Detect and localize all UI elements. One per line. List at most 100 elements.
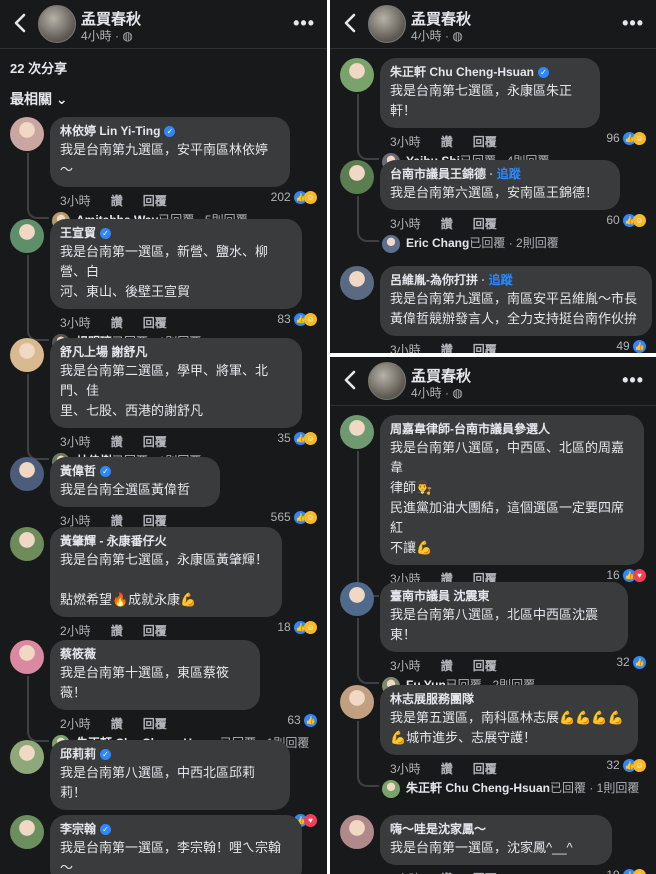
view-replies-link[interactable]: Eric Chang已回覆 · 2則回覆	[382, 234, 559, 253]
commenter-avatar[interactable]	[340, 415, 374, 449]
author-name[interactable]: 孟買春秋	[411, 365, 471, 386]
commenter-name[interactable]: 王宣貿 ✓	[60, 225, 290, 242]
commenter-name-text[interactable]: 黃偉哲	[60, 464, 96, 478]
commenter-avatar[interactable]	[340, 58, 374, 92]
like-button[interactable]: 讚	[111, 514, 123, 528]
author-avatar[interactable]	[38, 5, 76, 43]
reaction-summary[interactable]: 96 👍☺	[606, 131, 646, 146]
reaction-summary[interactable]: 202 👍☺	[271, 190, 317, 205]
commenter-avatar[interactable]	[340, 685, 374, 719]
like-button[interactable]: 讚	[111, 624, 123, 638]
follow-link[interactable]: 追蹤	[497, 167, 521, 181]
reply-button[interactable]: 回覆	[473, 343, 497, 353]
share-count[interactable]: 22 次分享	[10, 58, 67, 77]
more-options-icon[interactable]: •••	[293, 13, 315, 34]
view-replies-link[interactable]: 朱正軒 Chu Cheng-Hsuan已回覆 · 1則回覆	[382, 779, 639, 798]
sort-dropdown[interactable]: 最相關 ⌄	[10, 89, 68, 109]
reaction-summary[interactable]: 32 👍	[616, 655, 646, 670]
commenter-name-text[interactable]: 林志展服務團隊	[390, 692, 474, 706]
commenter-name-text[interactable]: 黃肇輝 - 永康番仔火	[60, 534, 167, 548]
reaction-summary[interactable]: 60 👍☺	[606, 213, 646, 228]
commenter-avatar[interactable]	[340, 815, 374, 849]
commenter-name-text[interactable]: 王宣貿	[60, 226, 96, 240]
like-button[interactable]: 讚	[441, 217, 453, 231]
commenter-avatar[interactable]	[10, 527, 44, 561]
commenter-name-text[interactable]: 林依婷 Lin Yi-Ting	[60, 124, 160, 138]
like-button[interactable]: 讚	[111, 316, 123, 330]
author-name[interactable]: 孟買春秋	[411, 8, 471, 29]
reaction-summary[interactable]: 49 👍	[616, 339, 646, 353]
replier-name[interactable]: 朱正軒 Chu Cheng-Hsuan	[406, 781, 550, 795]
commenter-name[interactable]: 嗨～哇是沈家鳳～	[390, 821, 600, 838]
like-button[interactable]: 讚	[441, 343, 453, 353]
replier-name[interactable]: Eric Chang	[406, 236, 469, 250]
author-avatar[interactable]	[368, 5, 406, 43]
commenter-avatar[interactable]	[10, 457, 44, 491]
commenter-avatar[interactable]	[340, 582, 374, 616]
commenter-name[interactable]: 林志展服務團隊	[390, 691, 626, 708]
commenter-name[interactable]: 蔡筱薇	[60, 646, 248, 663]
commenter-name[interactable]: 台南市議員王錦德 · 追蹤	[390, 166, 608, 183]
reaction-summary[interactable]: 16 👍 ♥	[606, 568, 646, 583]
commenter-avatar[interactable]	[10, 338, 44, 372]
commenter-avatar[interactable]	[10, 815, 44, 849]
commenter-name-text[interactable]: 李宗翰	[60, 822, 96, 836]
reply-button[interactable]: 回覆	[143, 194, 167, 208]
reaction-summary[interactable]: 32 👍☺	[606, 758, 646, 773]
like-button[interactable]: 讚	[441, 659, 453, 673]
commenter-name-text[interactable]: 台南市議員王錦德	[390, 167, 486, 181]
commenter-name-text[interactable]: 蔡筱薇	[60, 647, 96, 661]
like-button[interactable]: 讚	[111, 194, 123, 208]
commenter-avatar[interactable]	[10, 219, 44, 253]
commenter-name[interactable]: 邱莉莉 ✓	[60, 746, 278, 763]
reaction-summary[interactable]: 83 👍☺	[277, 312, 317, 327]
commenter-name-text[interactable]: 周嘉韋律師-台南市議員參選人	[390, 422, 550, 436]
reply-button[interactable]: 回覆	[143, 316, 167, 330]
reply-button[interactable]: 回覆	[143, 435, 167, 449]
like-button[interactable]: 讚	[441, 762, 453, 776]
reply-button[interactable]: 回覆	[473, 762, 497, 776]
commenter-name-text[interactable]: 呂維胤-為你打拼	[390, 273, 478, 287]
reaction-summary[interactable]: 63 👍	[287, 713, 317, 728]
commenter-name[interactable]: 周嘉韋律師-台南市議員參選人	[390, 421, 632, 438]
commenter-avatar[interactable]	[10, 740, 44, 774]
reaction-summary[interactable]: 19 👍☺	[606, 868, 646, 874]
reply-button[interactable]: 回覆	[143, 717, 167, 731]
commenter-avatar[interactable]	[340, 160, 374, 194]
back-arrow-icon[interactable]	[340, 12, 362, 34]
commenter-avatar[interactable]	[340, 266, 374, 300]
reaction-summary[interactable]: 35 👍☺	[277, 431, 317, 446]
commenter-name-text[interactable]: 朱正軒 Chu Cheng-Hsuan	[390, 65, 534, 79]
reaction-summary[interactable]: 565 👍☺	[271, 510, 317, 525]
commenter-name[interactable]: 李宗翰 ✓	[60, 821, 290, 838]
commenter-name-text[interactable]: 邱莉莉	[60, 747, 96, 761]
commenter-name[interactable]: 舒凡上場 謝舒凡	[60, 344, 290, 361]
reply-button[interactable]: 回覆	[473, 659, 497, 673]
author-name[interactable]: 孟買春秋	[81, 8, 141, 29]
commenter-avatar[interactable]	[10, 640, 44, 674]
more-options-icon[interactable]: •••	[622, 370, 644, 391]
reaction-summary[interactable]: 18 👍☺	[277, 620, 317, 635]
commenter-name[interactable]: 呂維胤-為你打拼 · 追蹤	[390, 272, 640, 289]
commenter-name[interactable]: 臺南市議員 沈震東	[390, 588, 616, 605]
more-options-icon[interactable]: •••	[622, 13, 644, 34]
reply-button[interactable]: 回覆	[473, 217, 497, 231]
back-arrow-icon[interactable]	[340, 369, 362, 391]
commenter-name[interactable]: 黃肇輝 - 永康番仔火	[60, 533, 270, 550]
commenter-name-text[interactable]: 舒凡上場 謝舒凡	[60, 345, 147, 359]
back-arrow-icon[interactable]	[10, 12, 32, 34]
like-button[interactable]: 讚	[111, 717, 123, 731]
like-button[interactable]: 讚	[111, 435, 123, 449]
commenter-name[interactable]: 朱正軒 Chu Cheng-Hsuan ✓	[390, 64, 588, 81]
commenter-name-text[interactable]: 臺南市議員 沈震東	[390, 589, 489, 603]
reply-button[interactable]: 回覆	[143, 514, 167, 528]
reply-button[interactable]: 回覆	[143, 624, 167, 638]
commenter-name-text[interactable]: 嗨～哇是沈家鳳～	[390, 822, 486, 836]
follow-link[interactable]: 追蹤	[489, 273, 513, 287]
reply-button[interactable]: 回覆	[473, 135, 497, 149]
commenter-name[interactable]: 黃偉哲 ✓	[60, 463, 208, 480]
like-button[interactable]: 讚	[441, 135, 453, 149]
commenter-avatar[interactable]	[10, 117, 44, 151]
commenter-name[interactable]: 林依婷 Lin Yi-Ting ✓	[60, 123, 278, 140]
author-avatar[interactable]	[368, 362, 406, 400]
